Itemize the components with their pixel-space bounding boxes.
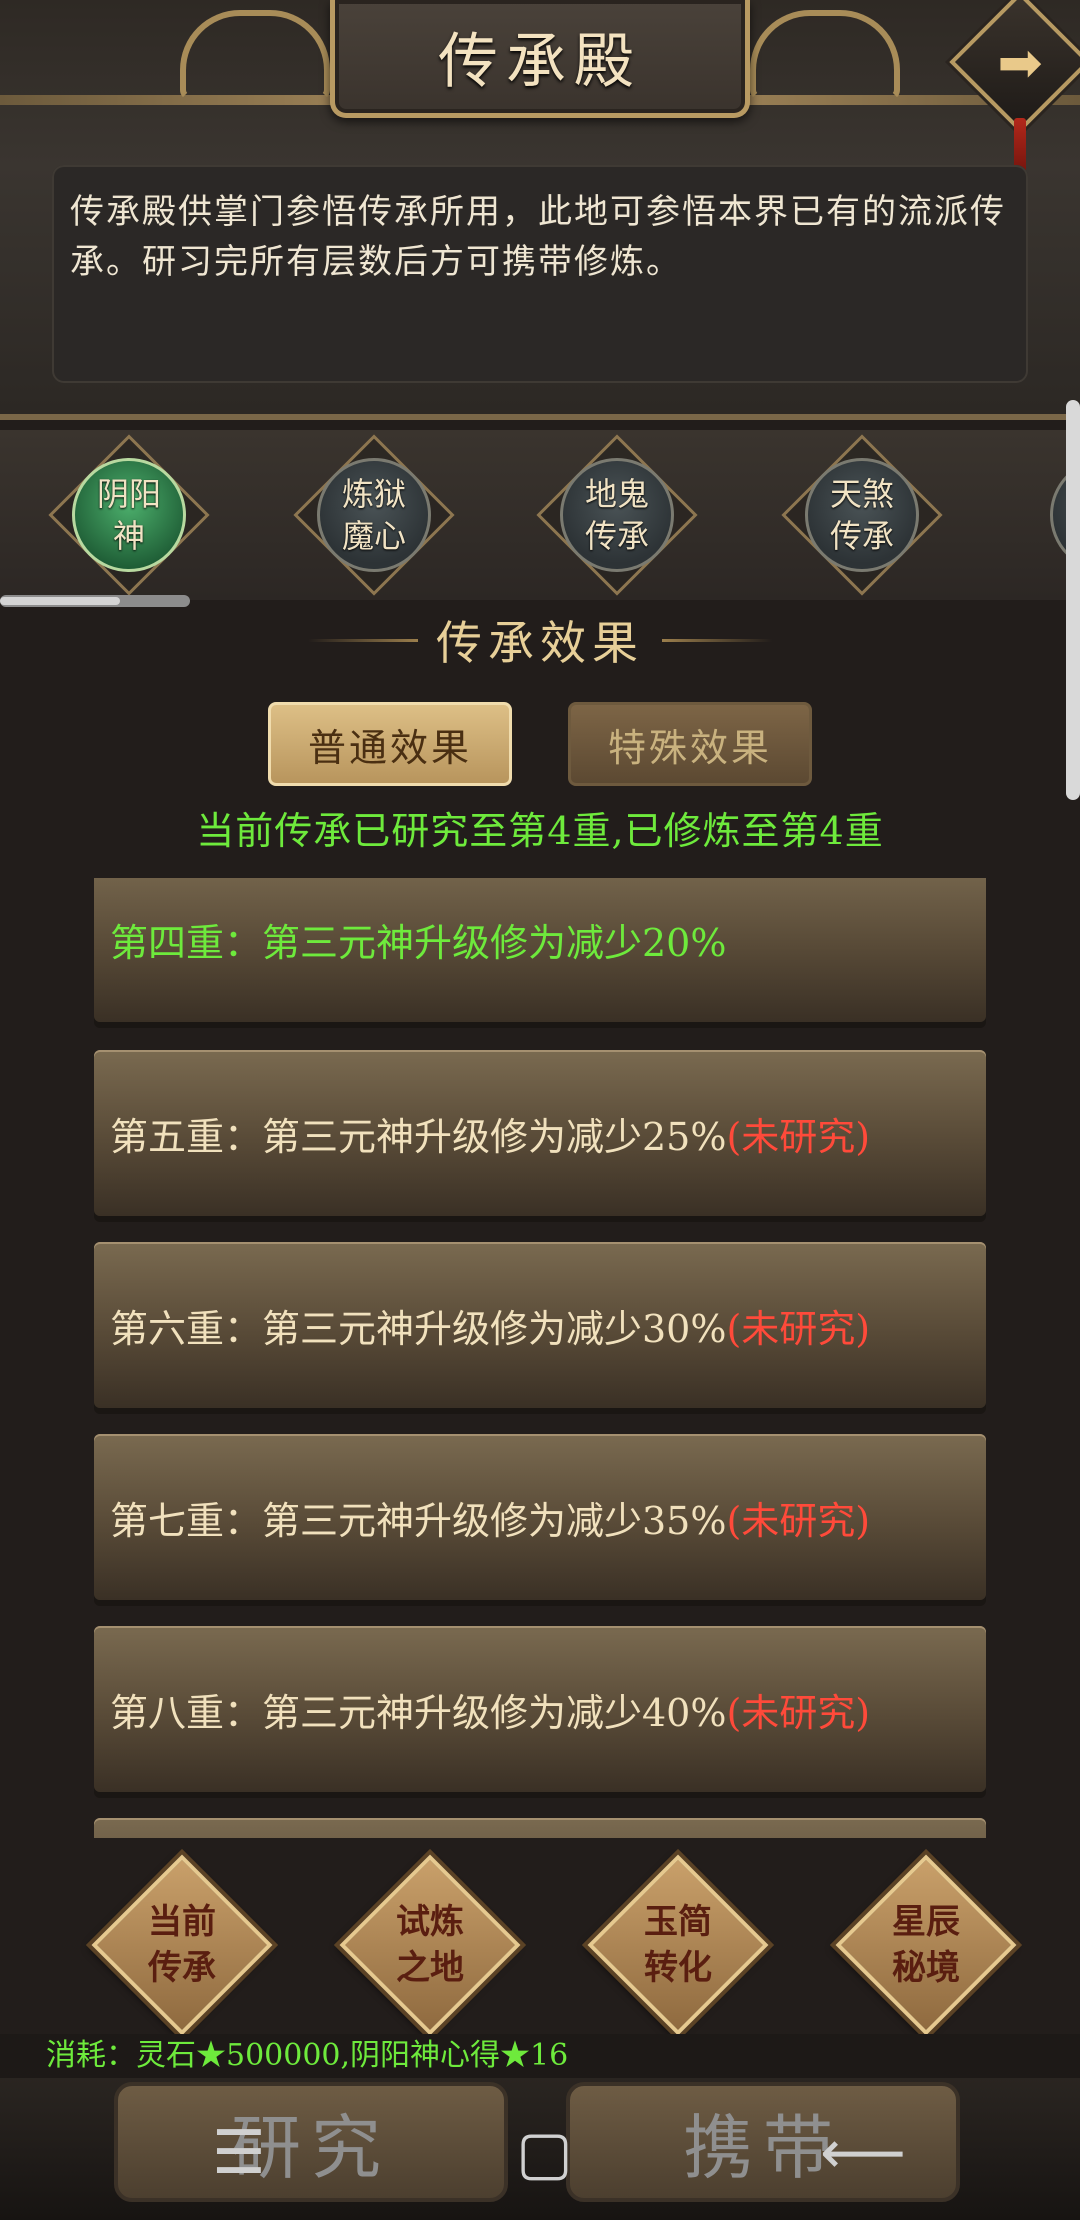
description-box: 传承殿供掌门参悟传承所用，此地可参悟本界已有的流派传承。研习完所有层数后方可携带…: [52, 165, 1028, 383]
description-text: 传承殿供掌门参悟传承所用，此地可参悟本界已有的流派传承。研习完所有层数后方可携带…: [70, 192, 1006, 282]
lineage-tab-lianyu[interactable]: 炼狱魔心: [293, 434, 455, 596]
lineage-label: 天煞传承: [829, 475, 894, 555]
effect-text: 第六重：第三元神升级修为减少30%: [110, 1306, 727, 1351]
lineage-label: 地鬼传承: [584, 475, 649, 555]
tab-normal-effect[interactable]: 普通效果: [268, 702, 512, 786]
ornament-line-right: [662, 638, 772, 642]
effect-status: (未研究): [726, 1114, 871, 1159]
cloud-ornament-right: [750, 10, 900, 100]
star-realm-button[interactable]: 星辰 秘境: [835, 1854, 1017, 2036]
lineage-tab-digui[interactable]: 地鬼传承: [536, 434, 698, 596]
lineage-badge[interactable]: 天煞传承: [805, 458, 919, 572]
effect-text: 第七重：第三元神升级修为减少35%: [110, 1498, 727, 1543]
section-title: 传承效果: [436, 616, 644, 670]
lineage-tab-tiansha[interactable]: 天煞传承: [781, 434, 943, 596]
button-label: 试炼 之地: [340, 1899, 520, 1991]
button-label: 星辰 秘境: [836, 1899, 1016, 1991]
page-title: 传承殿: [438, 27, 642, 97]
section-header: 传承效果: [240, 600, 840, 680]
button-label: 当前 传承: [92, 1899, 272, 1991]
label-line: 秘境: [892, 1948, 960, 1988]
lineage-badge[interactable]: 地鬼传承: [560, 458, 674, 572]
progress-status: 当前传承已研究至第4重,已修炼至第4重: [196, 809, 884, 853]
label-line: 星辰: [892, 1902, 960, 1942]
cloud-ornament-left: [180, 10, 330, 100]
label-line: 传承: [148, 1948, 216, 1988]
research-button[interactable]: 研究: [114, 2082, 508, 2202]
effect-status: (未研究): [726, 1306, 871, 1351]
effect-text: 第四重：第三元神升级修为减少20%: [110, 920, 727, 965]
ornament-line-left: [308, 638, 418, 642]
lineage-badge[interactable]: 阴阳神: [72, 458, 186, 572]
cost-text: 消耗：灵石★500000,阴阳神心得★16: [0, 2034, 1080, 2078]
trial-ground-button[interactable]: 试炼 之地: [339, 1854, 521, 2036]
effect-row: 第五重：第三元神升级修为减少25% (未研究): [94, 1050, 986, 1216]
effect-text: 第五重：第三元神升级修为减少25%: [110, 1114, 727, 1159]
label-line: 之地: [396, 1948, 464, 1988]
effect-row: 第六重：第三元神升级修为减少30% (未研究): [94, 1242, 986, 1408]
home-nav-icon[interactable]: ▢: [516, 2118, 573, 2188]
menu-nav-icon[interactable]: ☰: [212, 2118, 266, 2188]
effect-row-partial: [94, 1818, 986, 1838]
effect-row: 第七重：第三元神升级修为减少35% (未研究): [94, 1434, 986, 1600]
lineage-tab-yinyang[interactable]: 阴阳神: [48, 434, 210, 596]
vertical-scrollbar[interactable]: [1066, 400, 1080, 800]
title-plate: 传承殿: [330, 0, 750, 118]
effect-row: 第四重：第三元神升级修为减少20%: [94, 878, 986, 1022]
lineage-label: 阴阳神: [96, 475, 161, 555]
label-line: 转化: [644, 1948, 712, 1988]
current-lineage-button[interactable]: 当前 传承: [91, 1854, 273, 2036]
arrow-right-icon[interactable]: ➡: [978, 35, 1062, 91]
effect-row: 第八重：第三元神升级修为减少40% (未研究): [94, 1626, 986, 1792]
back-nav-icon[interactable]: ⟵: [820, 2118, 906, 2188]
label-line: 当前: [148, 1902, 216, 1942]
jade-slip-convert-button[interactable]: 玉简 转化: [587, 1854, 769, 2036]
effect-status: (未研究): [726, 1690, 871, 1735]
tab-special-effect[interactable]: 特殊效果: [568, 702, 812, 786]
effect-status: (未研究): [726, 1498, 871, 1543]
effect-text: 第八重：第三元神升级修为减少40%: [110, 1690, 727, 1735]
scrollbar-thumb[interactable]: [0, 597, 120, 605]
label-line: 玉简: [644, 1902, 712, 1942]
button-label: 玉简 转化: [588, 1899, 768, 1991]
lineage-badge[interactable]: 炼狱魔心: [317, 458, 431, 572]
label-line: 试炼: [396, 1902, 464, 1942]
lineage-label: 炼狱魔心: [341, 475, 406, 555]
effect-list[interactable]: 第四重：第三元神升级修为减少20% 第五重：第三元神升级修为减少25% (未研究…: [94, 878, 986, 1838]
